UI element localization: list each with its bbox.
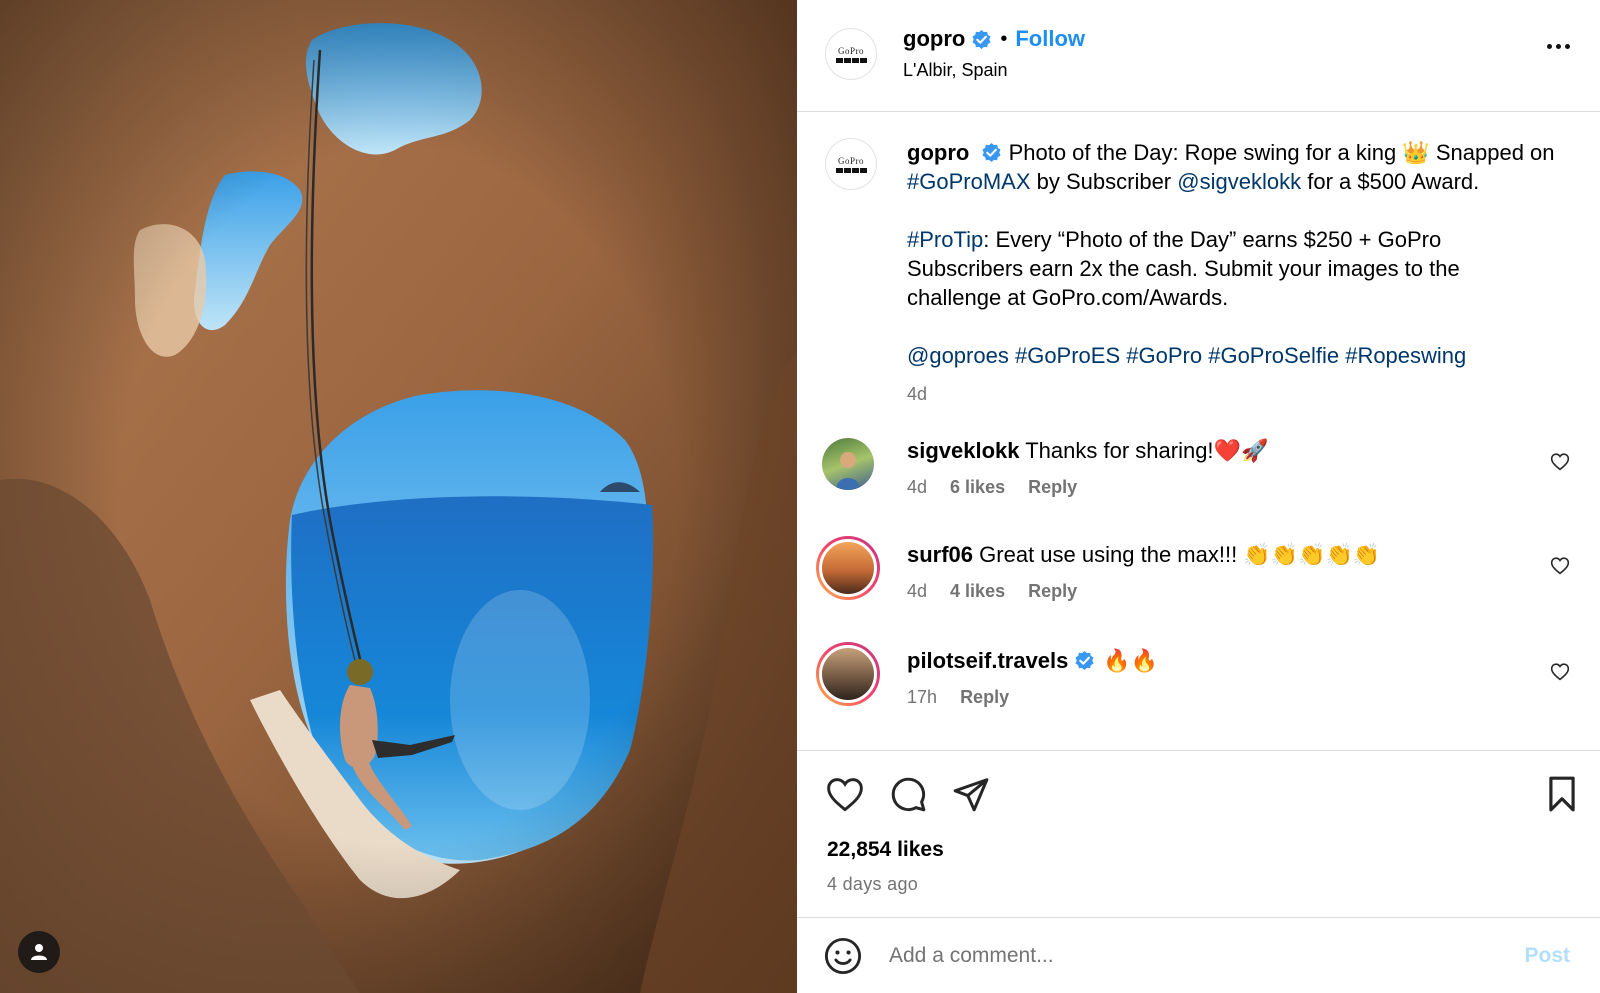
post-location[interactable]: L'Albir, Spain	[903, 60, 1008, 81]
reply-button[interactable]: Reply	[960, 687, 1009, 707]
caption-body-1: Photo of the Day: Rope swing for a king …	[1008, 140, 1555, 165]
verified-badge-icon	[972, 29, 991, 49]
like-comment-heart-icon[interactable]	[1550, 662, 1570, 681]
post-photo[interactable]	[0, 0, 797, 993]
caption-body-2: by Subscriber	[1036, 169, 1172, 194]
person-icon	[31, 944, 47, 960]
save-bookmark-icon[interactable]	[1545, 775, 1579, 813]
commenter-username[interactable]: surf06	[907, 542, 973, 567]
protip-text: : Every “Photo of the Day” earns $250 + …	[907, 227, 1460, 310]
separator-dot: •	[1000, 27, 1008, 50]
gopro-logo: GoPro	[837, 155, 864, 166]
reply-button[interactable]: Reply	[1028, 581, 1077, 601]
reply-button[interactable]: Reply	[1028, 477, 1077, 497]
comment-time[interactable]: 17h	[907, 687, 937, 707]
caption-author-avatar[interactable]: GoPro	[825, 138, 877, 190]
hashtag-link[interactable]: #GoPro	[1126, 343, 1202, 368]
commenter-avatar[interactable]	[822, 438, 874, 490]
likes-count[interactable]: 22,854 likes	[827, 838, 944, 862]
more-options-icon[interactable]	[1547, 44, 1570, 49]
post-actions: 22,854 likes 4 days ago	[797, 750, 1600, 918]
post-date[interactable]: 4 days ago	[827, 874, 918, 895]
post-comment-button[interactable]: Post	[1524, 944, 1570, 968]
comment-text: Thanks for sharing!❤️🚀	[1025, 438, 1269, 463]
post-sidebar: GoPro gopro • Follow L'Albir, Spain GoPr…	[797, 0, 1600, 993]
comment-text: 🔥🔥	[1103, 648, 1159, 673]
commenter-username[interactable]: sigveklokk	[907, 438, 1020, 463]
comment-composer: Post	[797, 918, 1600, 993]
hashtag-link[interactable]: #GoProES	[1015, 343, 1120, 368]
author-username[interactable]: gopro	[903, 26, 965, 52]
verified-badge-icon	[1075, 651, 1094, 670]
emoji-smiley-icon[interactable]	[824, 937, 862, 975]
share-paper-plane-icon[interactable]	[952, 775, 990, 813]
hashtag-link[interactable]: #Ropeswing	[1345, 343, 1466, 368]
hashtag-link[interactable]: #ProTip	[907, 227, 983, 252]
verified-badge-icon	[982, 143, 1001, 162]
author-avatar[interactable]: GoPro	[825, 28, 877, 80]
commenter-avatar[interactable]	[816, 536, 880, 600]
mention-link[interactable]: @goproes	[907, 343, 1009, 368]
gopro-logo: GoPro	[837, 45, 864, 56]
comments-section: GoPro gopro Photo of the Day: Rope swing…	[797, 112, 1600, 750]
hashtag-link[interactable]: #GoProSelfie	[1208, 343, 1339, 368]
caption-timestamp[interactable]: 4d	[907, 380, 1557, 409]
comment-text: Great use using the max!!! 👏👏👏👏👏	[979, 542, 1381, 567]
like-comment-heart-icon[interactable]	[1550, 556, 1570, 575]
comment-item: surf06 Great use using the max!!! 👏👏👏👏👏 …	[797, 536, 1600, 620]
comment-time[interactable]: 4d	[907, 477, 927, 497]
commenter-avatar[interactable]	[816, 642, 880, 706]
like-heart-icon[interactable]	[825, 776, 865, 812]
commenter-username[interactable]: pilotseif.travels	[907, 646, 1068, 675]
follow-button[interactable]: Follow	[1015, 26, 1085, 52]
comment-likes[interactable]: 4 likes	[950, 581, 1005, 601]
caption-body-3: for a $500 Award.	[1307, 169, 1480, 194]
tagged-users-button[interactable]	[18, 931, 60, 973]
comment-item: pilotseif.travels 🔥🔥 17h Reply	[797, 642, 1600, 726]
comment-likes[interactable]: 6 likes	[950, 477, 1005, 497]
like-comment-heart-icon[interactable]	[1550, 452, 1570, 471]
caption-username[interactable]: gopro	[907, 140, 969, 165]
caption-text: gopro Photo of the Day: Rope swing for a…	[907, 138, 1557, 409]
comment-bubble-icon[interactable]	[889, 775, 927, 813]
comment-item: sigveklokk Thanks for sharing!❤️🚀 4d 6 l…	[797, 436, 1600, 516]
author-line: gopro • Follow	[903, 26, 1085, 52]
cave-rope-swing-image	[0, 0, 797, 993]
post-header: GoPro gopro • Follow L'Albir, Spain	[797, 0, 1600, 112]
comment-time[interactable]: 4d	[907, 581, 927, 601]
mention-link[interactable]: @sigveklokk	[1177, 169, 1301, 194]
comment-input[interactable]	[889, 936, 1489, 976]
hashtag-link[interactable]: #GoProMAX	[907, 169, 1031, 194]
